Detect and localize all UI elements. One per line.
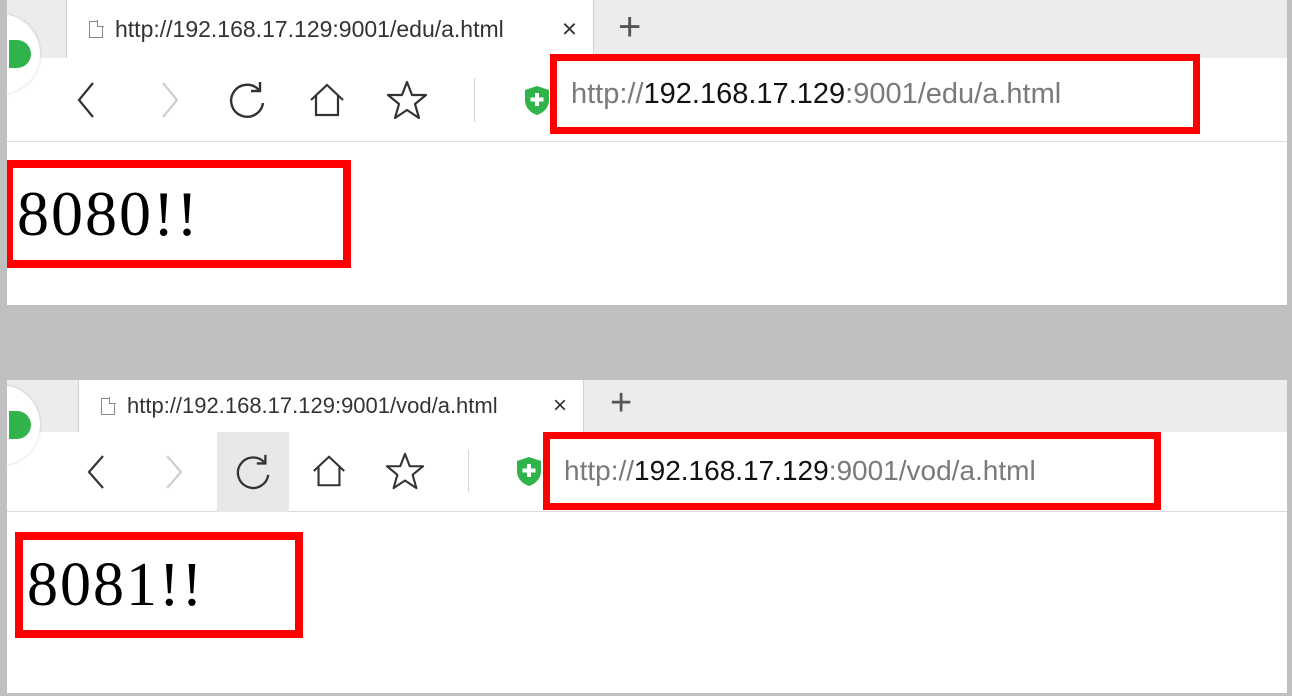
forward-button[interactable] bbox=[156, 450, 192, 494]
page-text: 8080!! bbox=[5, 160, 351, 268]
shield-icon bbox=[525, 86, 549, 115]
browser-tab[interactable]: http://192.168.17.129:9001/vod/a.html × bbox=[78, 380, 584, 432]
url-path: :9001/vod/a.html bbox=[828, 455, 1036, 486]
back-button[interactable] bbox=[78, 450, 114, 494]
back-button[interactable] bbox=[68, 78, 104, 122]
tab-strip: http://192.168.17.129:9001/edu/a.html × … bbox=[0, 0, 1292, 94]
browser-tab[interactable]: http://192.168.17.129:9001/edu/a.html × bbox=[66, 0, 594, 58]
favorite-button[interactable] bbox=[382, 448, 428, 494]
page-text: 8081!! bbox=[15, 532, 303, 638]
home-icon bbox=[313, 455, 345, 487]
page-content: 8080!! bbox=[0, 142, 1292, 308]
chevron-left-icon bbox=[87, 455, 104, 489]
star-icon bbox=[386, 80, 428, 120]
page-content: 8081!! bbox=[0, 512, 1292, 696]
home-icon bbox=[310, 83, 344, 117]
address-bar[interactable]: http://192.168.17.129:9001/edu/a.html bbox=[550, 54, 1200, 134]
browser-window-vod: http://192.168.17.129:9001/vod/a.html × … bbox=[0, 380, 1292, 696]
tab-title: http://192.168.17.129:9001/vod/a.html bbox=[127, 393, 498, 418]
favorite-button[interactable] bbox=[382, 76, 432, 124]
chevron-left-icon bbox=[77, 82, 94, 118]
close-icon[interactable]: × bbox=[562, 14, 577, 45]
browser-window-edu: http://192.168.17.129:9001/edu/a.html × … bbox=[0, 0, 1292, 308]
close-icon[interactable]: × bbox=[553, 392, 567, 420]
url-path: :9001/edu/a.html bbox=[845, 77, 1062, 110]
new-tab-button[interactable]: + bbox=[610, 380, 632, 428]
page-icon bbox=[101, 397, 116, 415]
star-icon bbox=[385, 452, 425, 490]
reload-icon bbox=[230, 82, 265, 118]
chevron-right-icon bbox=[166, 455, 183, 489]
reload-button[interactable] bbox=[217, 432, 289, 512]
navigation-toolbar: http://192.168.17.129:9001/edu/a.html bbox=[0, 54, 1292, 142]
toolbar-separator bbox=[468, 450, 469, 492]
reload-icon bbox=[236, 454, 270, 490]
shield-icon bbox=[517, 457, 541, 486]
home-button[interactable] bbox=[306, 448, 352, 494]
page-icon bbox=[89, 20, 104, 38]
navigation-toolbar: http://192.168.17.129:9001/vod/a.html bbox=[0, 432, 1292, 512]
forward-button[interactable] bbox=[152, 78, 188, 122]
new-tab-button[interactable]: + bbox=[618, 2, 641, 52]
url-host: 192.168.17.129 bbox=[643, 77, 846, 110]
chevron-right-icon bbox=[162, 82, 179, 118]
home-button[interactable] bbox=[302, 76, 352, 124]
toolbar-separator bbox=[474, 78, 475, 122]
address-bar[interactable]: http://192.168.17.129:9001/vod/a.html bbox=[543, 432, 1161, 510]
tab-title: http://192.168.17.129:9001/edu/a.html bbox=[115, 15, 504, 42]
reload-button[interactable] bbox=[222, 76, 272, 124]
url-host: 192.168.17.129 bbox=[634, 455, 829, 486]
url-scheme: http:// bbox=[564, 455, 635, 486]
url-scheme: http:// bbox=[571, 77, 644, 110]
tab-strip: http://192.168.17.129:9001/vod/a.html × … bbox=[0, 380, 1292, 465]
